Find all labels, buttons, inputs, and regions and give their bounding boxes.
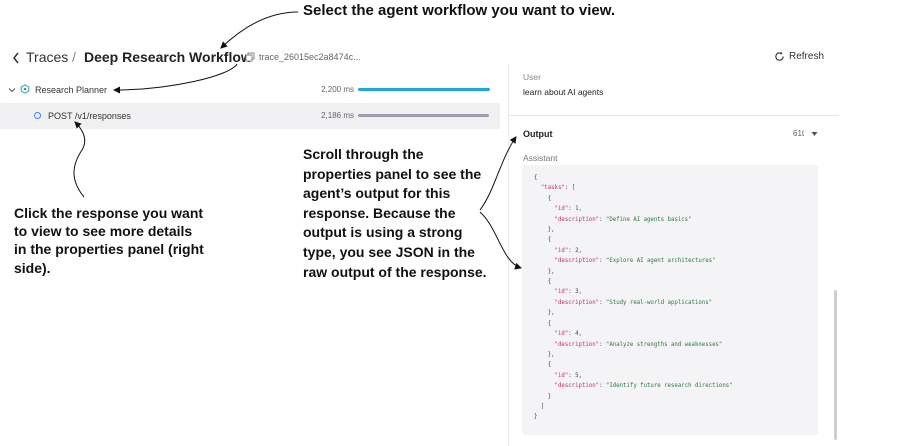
agent-icon [20, 84, 30, 94]
output-label: Output [523, 129, 553, 139]
annotation-select-workflow: Select the agent workflow you want to vi… [303, 2, 615, 19]
tree-row-research-planner[interactable]: Research Planner 2,200 ms [0, 77, 500, 103]
copy-icon[interactable] [245, 52, 255, 62]
tree-row-label: Research Planner [35, 85, 108, 95]
user-label: User [523, 72, 541, 82]
refresh-button[interactable]: Refresh [774, 51, 824, 62]
token-count[interactable]: 61t [793, 129, 804, 138]
trace-id[interactable]: trace_26015ec2a8474c... [259, 52, 361, 62]
duration-bar [358, 88, 490, 91]
assistant-label: Assistant [523, 153, 558, 163]
json-output-box[interactable]: { "tasks": [ { "id": 1, "description": "… [522, 165, 818, 435]
properties-panel[interactable]: User learn about AI agents Output 61t As… [508, 64, 839, 446]
caret-down-icon[interactable] [811, 131, 818, 137]
tree-row-post-responses[interactable]: POST /v1/responses 2,186 ms [0, 103, 500, 129]
refresh-label: Refresh [789, 51, 825, 62]
circle-icon [34, 112, 41, 119]
duration-label: 2,186 ms [321, 111, 354, 120]
user-message: learn about AI agents [523, 87, 604, 97]
tree-row-label: POST /v1/responses [48, 111, 131, 121]
page-title: Deep Research Workflow [84, 49, 252, 65]
scrollbar[interactable] [834, 290, 837, 440]
chevron-down-icon[interactable] [8, 86, 16, 94]
breadcrumb-traces[interactable]: Traces [26, 49, 68, 65]
divider [509, 115, 839, 116]
duration-label: 2,200 ms [321, 85, 354, 94]
duration-bar [358, 114, 489, 117]
breadcrumb-separator: / [72, 49, 76, 65]
annotation-click-response: Click the response you want to view to s… [14, 205, 204, 276]
annotation-scroll-properties: Scroll through the properties panel to s… [303, 146, 487, 280]
refresh-icon [775, 51, 784, 61]
chevron-left-icon[interactable] [10, 50, 22, 66]
json-output-code: { "tasks": [ { "id": 1, "description": "… [534, 175, 733, 421]
